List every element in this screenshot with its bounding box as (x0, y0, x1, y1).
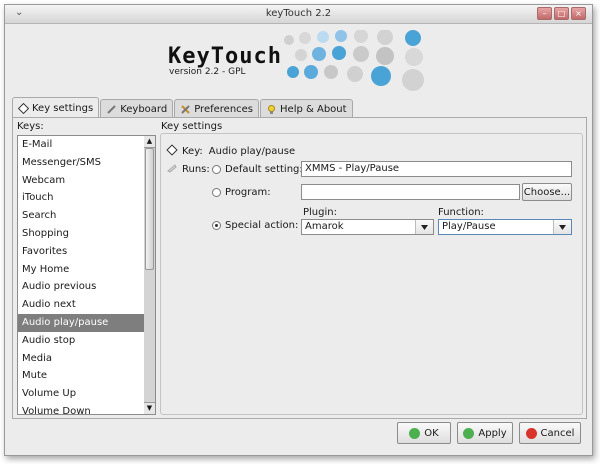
plugin-dropdown-icon[interactable] (415, 220, 433, 234)
plugin-select[interactable]: Amarok (301, 219, 434, 235)
keyboard-icon (106, 104, 117, 115)
version-text: version 2.2 - GPL (169, 67, 246, 77)
maximize-icon[interactable]: □ (554, 7, 569, 20)
key-list-item[interactable]: Messenger/SMS (18, 154, 144, 172)
cancel-button[interactable]: Cancel (519, 422, 581, 444)
tab-help-about-label: Help & About (280, 103, 347, 115)
key-row: Key: Audio play/pause (166, 144, 295, 159)
function-select-value: Play/Pause (442, 221, 496, 232)
plugin-label: Plugin: (303, 207, 337, 218)
key-list-item[interactable]: Media (18, 350, 144, 368)
ok-label: OK (424, 427, 439, 439)
keys-scrollbar[interactable]: ▲ ▼ (144, 135, 156, 415)
runs-row: Runs: (166, 162, 210, 177)
scroll-down-icon[interactable]: ▼ (144, 402, 155, 414)
tab-key-settings[interactable]: Key settings (12, 97, 100, 118)
main-window: ⌄ keyTouch 2.2 – □ × KeyTouch version 2.… (4, 4, 593, 456)
titlebar[interactable]: ⌄ keyTouch 2.2 – □ × (5, 5, 592, 24)
scrollbar-thumb[interactable] (145, 148, 154, 270)
default-setting-radio[interactable] (212, 165, 221, 174)
function-label: Function: (438, 207, 484, 218)
default-setting-option[interactable]: Default setting: (212, 164, 303, 175)
key-label: Key: (182, 146, 203, 157)
apply-button[interactable]: Apply (457, 422, 513, 444)
program-input[interactable] (301, 184, 520, 200)
app-header: KeyTouch version 2.2 - GPL (5, 24, 592, 96)
program-radio[interactable] (212, 188, 221, 197)
key-icon (166, 144, 178, 159)
runs-label: Runs: (182, 164, 210, 175)
key-list-item[interactable]: Favorites (18, 243, 144, 261)
key-list-item[interactable]: Audio play/pause (18, 313, 144, 332)
keys-list[interactable]: E-Mail Messenger/SMS Webcam iTouch Search Sho… (17, 135, 145, 415)
key-settings-panel: Keys: E-Mail Messenger/SMS Webcam iTouch Sea… (12, 117, 587, 419)
key-list-item[interactable]: iTouch (18, 189, 144, 207)
key-list-item[interactable]: Webcam (18, 172, 144, 190)
apply-icon (463, 427, 475, 439)
close-icon[interactable]: × (571, 7, 586, 20)
help-icon (266, 104, 277, 115)
tab-keyboard[interactable]: Keyboard (100, 99, 174, 118)
keys-label: Keys: (17, 121, 44, 132)
tab-preferences[interactable]: Preferences (174, 99, 260, 118)
key-value: Audio play/pause (208, 146, 296, 157)
minimize-icon[interactable]: – (537, 7, 552, 20)
runs-icon (166, 162, 178, 177)
function-dropdown-icon[interactable] (553, 220, 571, 234)
apply-label: Apply (478, 427, 507, 439)
special-action-label: Special action: (225, 220, 299, 231)
scroll-up-icon[interactable]: ▲ (144, 136, 155, 148)
function-select[interactable]: Play/Pause (438, 219, 572, 235)
key-list-item[interactable]: Shopping (18, 225, 144, 243)
tab-help-about[interactable]: Help & About (260, 99, 353, 118)
preferences-icon (180, 104, 191, 115)
key-list-item[interactable]: E-Mail (18, 136, 144, 154)
default-setting-field[interactable]: XMMS - Play/Pause (301, 161, 572, 177)
plugin-select-value: Amarok (305, 221, 344, 232)
tab-bar: Key settings Keyboard Preferences Help &… (12, 97, 354, 118)
tab-preferences-label: Preferences (194, 103, 254, 115)
tab-keyboard-label: Keyboard (120, 103, 168, 115)
key-list-item[interactable]: Search (18, 207, 144, 225)
logo-dots-icon (284, 30, 424, 91)
dialog-buttons: OK Apply Cancel (5, 419, 592, 455)
program-label: Program: (225, 187, 271, 198)
key-list-item[interactable]: Volume Down (18, 403, 144, 414)
cancel-label: Cancel (540, 427, 575, 439)
default-setting-label: Default setting: (225, 164, 303, 175)
window-title: keyTouch 2.2 (265, 8, 332, 19)
key-list-item[interactable]: My Home (18, 261, 144, 279)
key-list-item[interactable]: Audio previous (18, 278, 144, 296)
key-list-item[interactable]: Volume Up (18, 385, 144, 403)
tab-key-settings-label: Key settings (32, 102, 94, 114)
ok-button[interactable]: OK (397, 422, 451, 444)
cancel-icon (525, 427, 537, 439)
key-settings-group-title: Key settings (161, 121, 226, 132)
logo-text: KeyTouch (168, 44, 282, 69)
key-list-item[interactable]: Mute (18, 367, 144, 385)
key-settings-icon (18, 102, 29, 114)
special-action-option[interactable]: Special action: (212, 220, 298, 231)
choose-button[interactable]: Choose... (522, 183, 572, 201)
key-list-item[interactable]: Audio stop (18, 332, 144, 350)
special-action-radio[interactable] (212, 221, 221, 230)
program-option[interactable]: Program: (212, 187, 271, 198)
key-list-item[interactable]: Audio next (18, 296, 144, 314)
ok-icon (409, 427, 421, 439)
